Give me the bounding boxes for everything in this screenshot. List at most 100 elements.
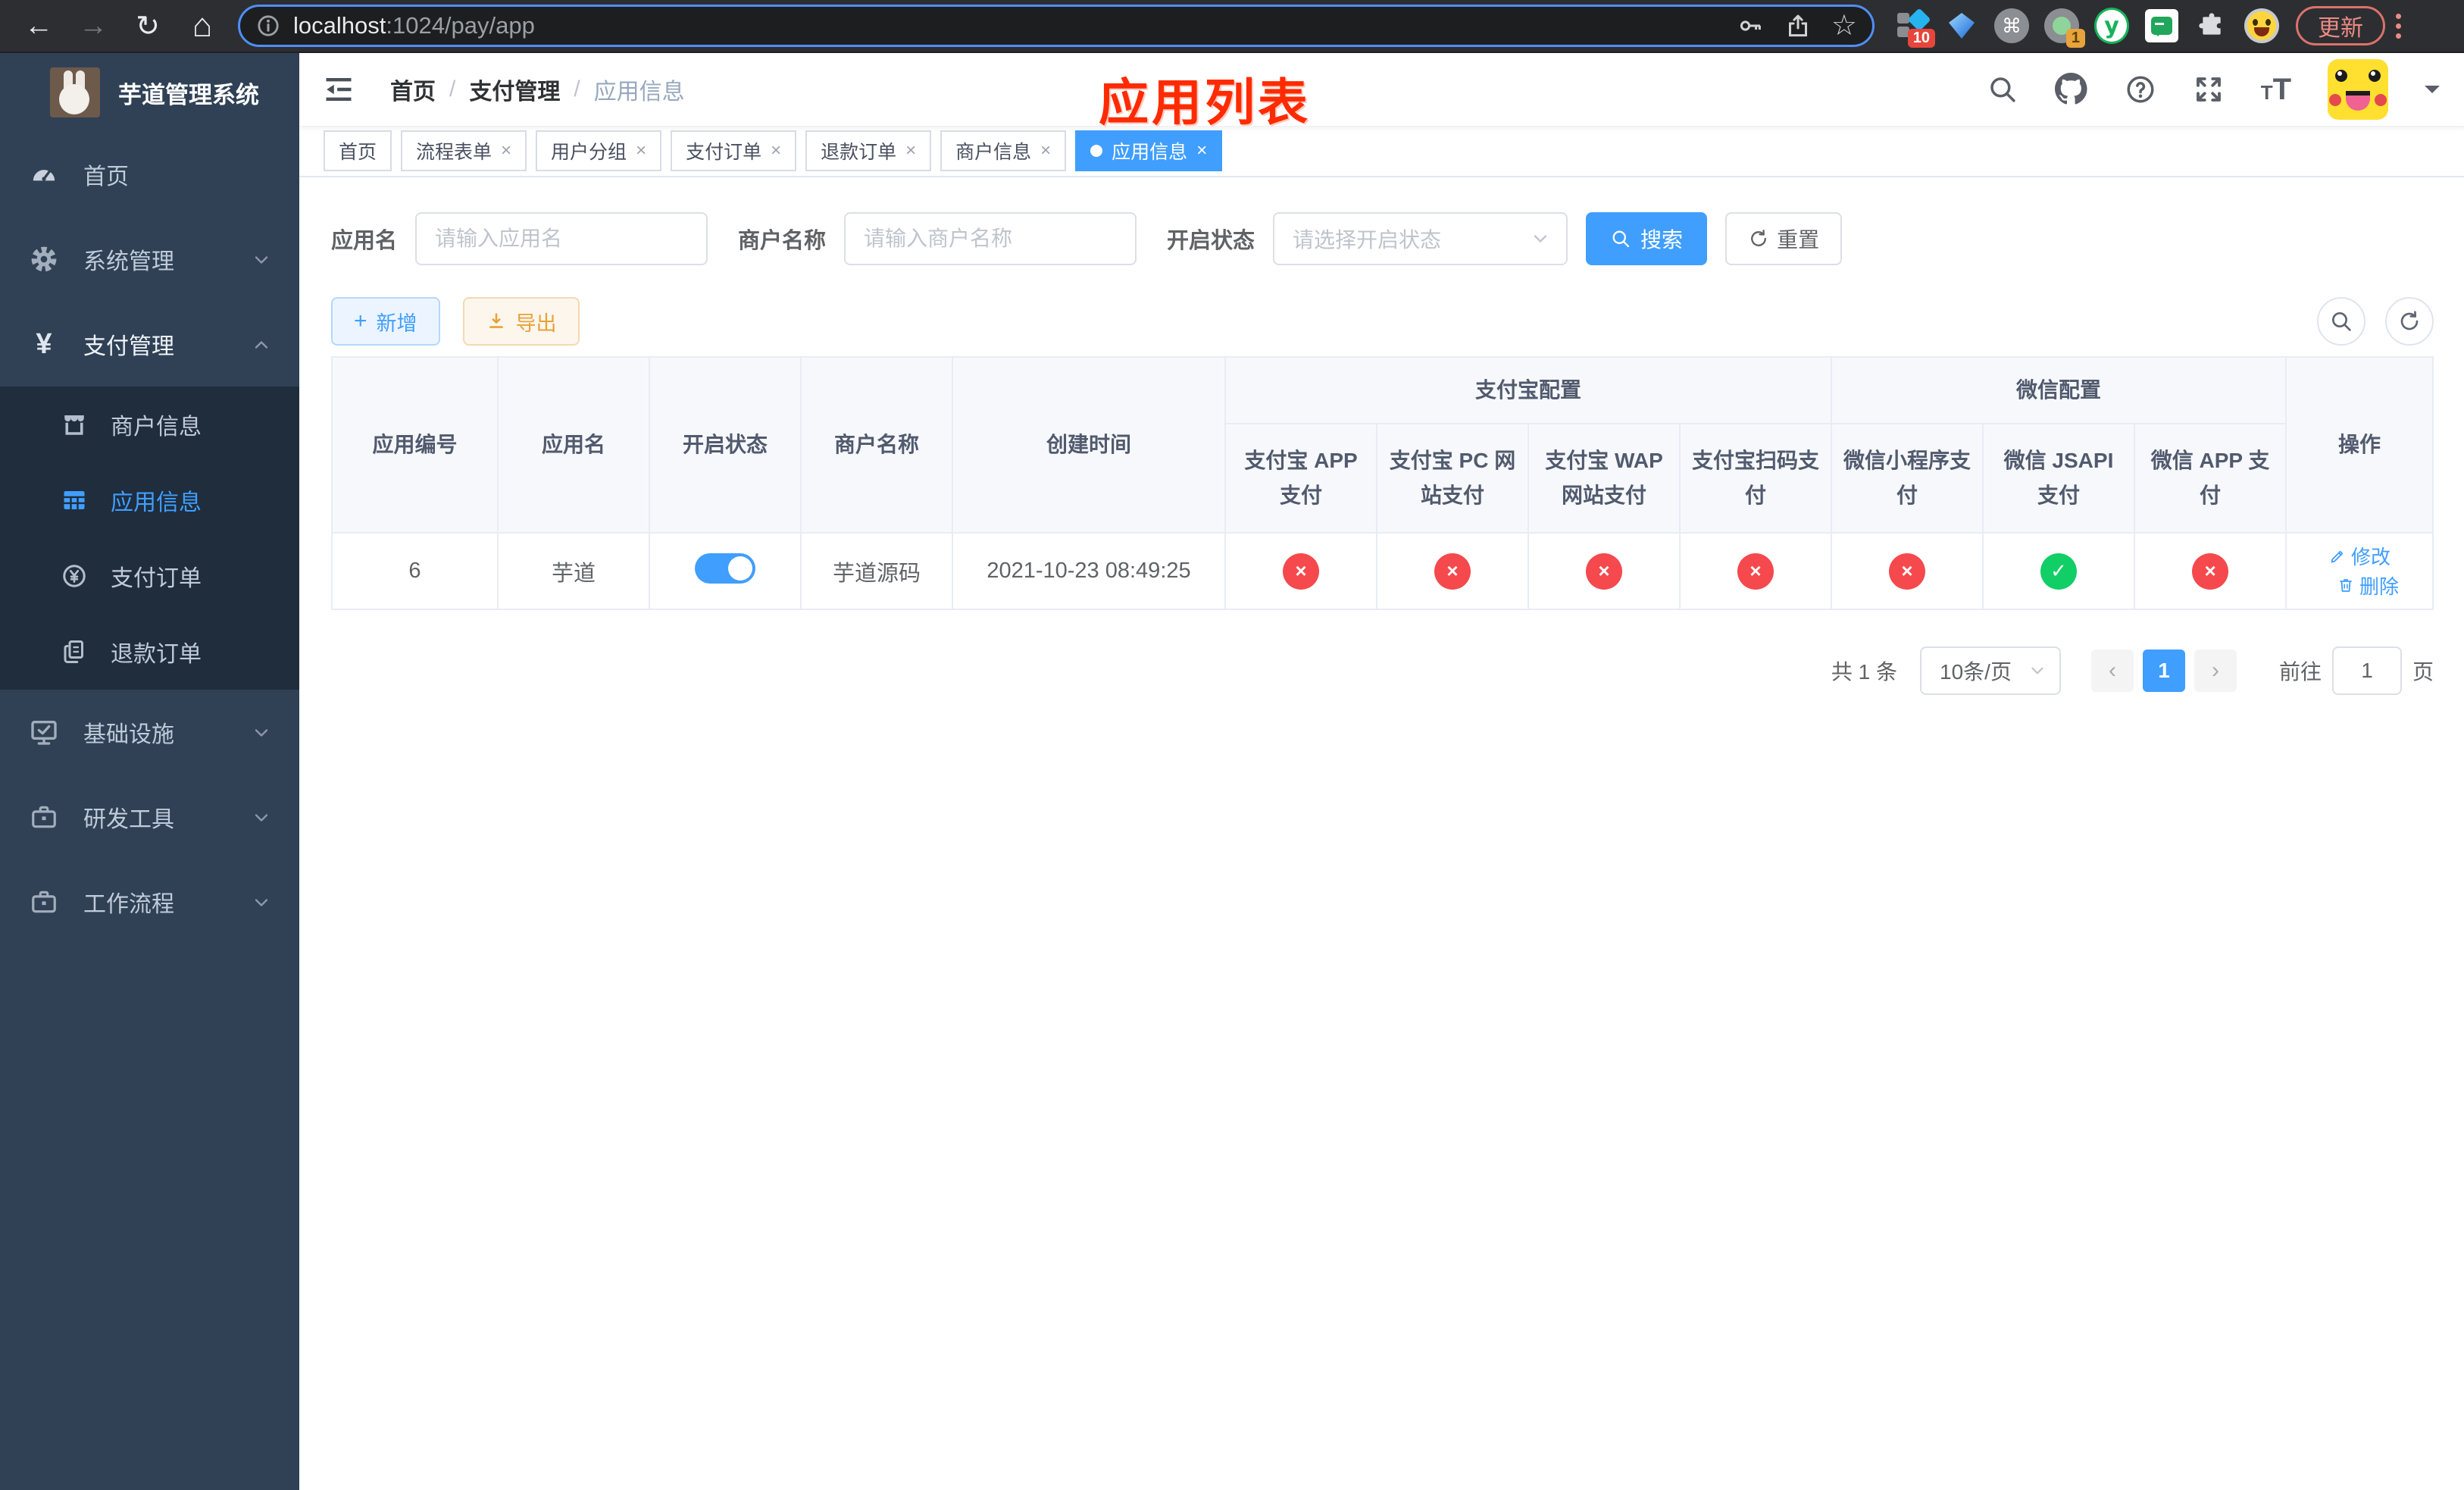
tab-app-info[interactable]: 应用信息 × [1075,130,1223,171]
user-avatar[interactable] [2328,59,2389,120]
goto-label: 前往 [2279,660,2322,684]
app-name-label: 应用名 [331,229,398,253]
total-count: 共 1 条 [1831,660,1898,684]
profile-avatar-icon[interactable] [2244,8,2279,43]
grid-icon [59,487,89,514]
tab-user-group[interactable]: 用户分组 × [536,130,662,171]
status-alipay-app: × [1283,552,1319,590]
extensions-menu-icon[interactable] [2194,8,2229,43]
reset-button[interactable]: 重置 [1725,212,1843,265]
share-icon[interactable] [1784,12,1812,39]
app-title: 芋道管理系统 [118,81,259,108]
password-key-icon[interactable] [1737,12,1765,39]
close-icon[interactable]: × [1040,142,1051,160]
close-icon[interactable]: × [1196,142,1207,160]
fullscreen-icon[interactable] [2193,74,2225,105]
delete-link[interactable]: 删除 [2337,571,2399,599]
sidebar-item-merchant-info[interactable]: 商户信息 [0,387,299,462]
edit-link[interactable]: 修改 [2328,542,2391,570]
tab-merchant-info[interactable]: 商户信息 × [940,130,1067,171]
sidebar-fold-icon[interactable] [322,73,355,106]
search-button[interactable]: 搜索 [1586,212,1708,265]
tab-refund-order[interactable]: 退款订单 × [805,130,932,171]
payment-submenu: 商户信息 应用信息 支付订单 退款订单 [0,387,299,690]
address-bar[interactable]: localhost:1024/pay/app ☆ [238,5,1875,47]
close-icon[interactable]: × [636,142,646,160]
close-icon[interactable]: × [905,142,916,160]
extension-record-icon[interactable]: 1 [2044,8,2085,48]
refresh-table-button[interactable] [2385,297,2434,346]
monitor-icon [27,717,61,747]
extension-blocks-icon[interactable]: 10 [1894,8,1935,48]
chrome-update-button[interactable]: 更新 [2296,6,2385,45]
sidebar-item-dev-tools[interactable]: 研发工具 [0,775,299,859]
close-icon[interactable]: × [501,142,511,160]
breadcrumb-home[interactable]: 首页 [390,73,436,106]
pen-icon [2331,550,2344,562]
tab-home[interactable]: 首页 [324,130,392,171]
extension-chat-icon[interactable] [2144,8,2179,43]
export-button[interactable]: 导出 [462,297,580,346]
page-annotation: 应用列表 [1099,74,1311,130]
extension-command-icon[interactable]: ⌘ [1994,8,2029,43]
show-search-button[interactable] [2317,297,2366,346]
cell-merchant: 芋道源码 [800,532,953,610]
status-wechat-mini: × [1889,552,1926,590]
col-created: 创建时间 [952,356,1226,534]
sidebar-item-system[interactable]: 系统管理 [0,217,299,302]
app-name-input[interactable] [415,212,708,265]
sidebar-item-pay-order[interactable]: 支付订单 [0,538,299,614]
browser-reload-button[interactable]: ↻ [126,4,170,48]
avatar-caret-icon[interactable] [2425,86,2441,101]
browser-forward-button[interactable]: → [71,4,115,48]
browser-menu-icon[interactable] [2396,13,2401,39]
header-search-icon[interactable] [1987,74,2018,105]
sidebar: 芋道管理系统 首页 系统管理 ¥ 支付管理 商户信息 应用信息 支付订单 退款订… [0,53,299,1490]
next-page-button[interactable]: › [2194,650,2237,692]
cell-app-id: 6 [331,532,499,610]
bookmark-star-icon[interactable]: ☆ [1831,11,1857,40]
url-text: localhost:1024/pay/app [293,12,535,39]
page-unit-label: 页 [2412,660,2434,684]
pagination: 共 1 条 10条/页 ‹ 1 › 前往 页 [331,646,2434,695]
github-icon[interactable] [2054,73,2088,106]
top-navbar: 首页 / 支付管理 / 应用信息 应用列表 TT [299,53,2464,130]
col-merchant: 商户名称 [800,356,953,534]
page-size-select[interactable]: 10条/页 [1920,646,2062,695]
group-wechat-config: 微信配置 [1831,356,2287,424]
browser-home-button[interactable]: ⌂ [180,4,224,48]
sidebar-item-home[interactable]: 首页 [0,132,299,217]
chevron-down-icon [1534,235,1547,243]
tags-view-bar: 首页 流程表单 × 用户分组 × 支付订单 × 退款订单 × 商户信息 × 应用信息 × [299,126,2464,177]
yen-circle-icon [59,562,89,590]
extension-y-icon[interactable]: y [2094,8,2129,44]
sidebar-item-refund-order[interactable]: 退款订单 [0,614,299,690]
tab-process-form[interactable]: 流程表单 × [401,130,527,171]
help-icon[interactable] [2125,74,2156,105]
close-icon[interactable]: × [771,142,781,160]
breadcrumb-payment[interactable]: 支付管理 [469,73,560,106]
merchant-name-input[interactable] [844,212,1137,265]
chevron-down-icon [2031,667,2043,675]
table-toolbar: + 新增 导出 [331,297,2434,346]
col-wechat-mini: 微信小程序支付 [1831,423,1984,534]
site-info-icon[interactable] [255,13,281,39]
browser-back-button[interactable]: ← [17,4,61,48]
status-alipay-pc: × [1434,552,1471,590]
extension-gem-icon[interactable] [1944,8,1979,43]
status-select[interactable]: 请选择开启状态 [1273,212,1568,265]
font-size-icon[interactable]: TT [2261,73,2291,107]
sidebar-item-workflow[interactable]: 工作流程 [0,859,299,944]
sidebar-item-payment[interactable]: ¥ 支付管理 [0,302,299,387]
sidebar-item-app-info[interactable]: 应用信息 [0,462,299,538]
goto-page-input[interactable] [2332,646,2403,695]
prev-page-button[interactable]: ‹ [2091,650,2134,692]
breadcrumb-current: 应用信息 [593,80,685,105]
add-button[interactable]: + 新增 [331,297,440,346]
sidebar-item-infra[interactable]: 基础设施 [0,690,299,775]
enabled-toggle[interactable] [695,552,755,584]
browser-toolbar: ← → ↻ ⌂ localhost:1024/pay/app ☆ 10 ⌘ 1 … [0,0,2464,53]
merchant-name-label: 商户名称 [738,229,827,253]
tab-pay-order[interactable]: 支付订单 × [671,130,797,171]
page-number-1[interactable]: 1 [2143,650,2186,692]
